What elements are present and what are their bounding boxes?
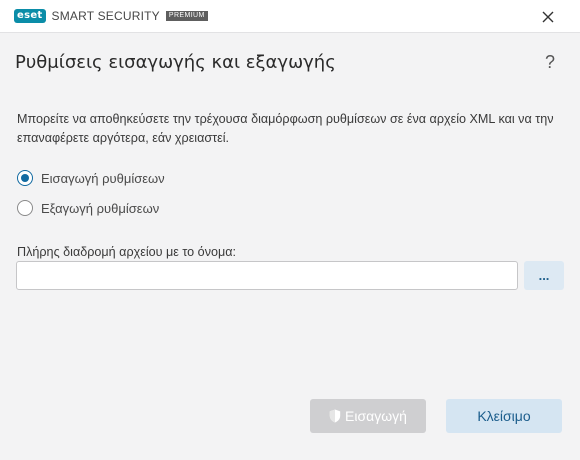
import-radio-label: Εισαγωγή ρυθμίσεων — [41, 170, 165, 186]
window-close-button[interactable] — [538, 7, 558, 27]
brand-badge: eset — [14, 9, 46, 23]
page-title: Ρυθμίσεις εισαγωγής και εξαγωγής — [15, 52, 336, 73]
export-radio[interactable] — [17, 200, 33, 216]
file-path-input[interactable] — [16, 261, 518, 290]
export-settings-option[interactable]: Εξαγωγή ρυθμίσεων — [17, 200, 159, 216]
shield-icon — [329, 409, 341, 423]
help-button[interactable]: ? — [545, 52, 561, 74]
file-path-label: Πλήρης διαδρομή αρχείου με το όνομα: — [17, 245, 237, 259]
description-text: Μπορείτε να αποθηκεύσετε την τρέχουσα δι… — [17, 112, 554, 145]
browse-button[interactable]: ... — [524, 261, 564, 290]
title-bar: eset SMART SECURITY PREMIUM — [0, 0, 580, 33]
product-name: SMART SECURITY — [51, 9, 160, 23]
close-button[interactable]: Κλείσιμο — [446, 399, 562, 433]
close-icon — [542, 11, 554, 23]
import-settings-option[interactable]: Εισαγωγή ρυθμίσεων — [17, 170, 165, 186]
import-button-label: Εισαγωγή — [345, 408, 407, 424]
import-radio[interactable] — [17, 170, 33, 186]
eset-logo: eset SMART SECURITY PREMIUM — [14, 9, 208, 23]
export-radio-label: Εξαγωγή ρυθμίσεων — [41, 200, 160, 216]
import-button[interactable]: Εισαγωγή — [310, 399, 426, 433]
edition-badge: PREMIUM — [165, 11, 208, 21]
